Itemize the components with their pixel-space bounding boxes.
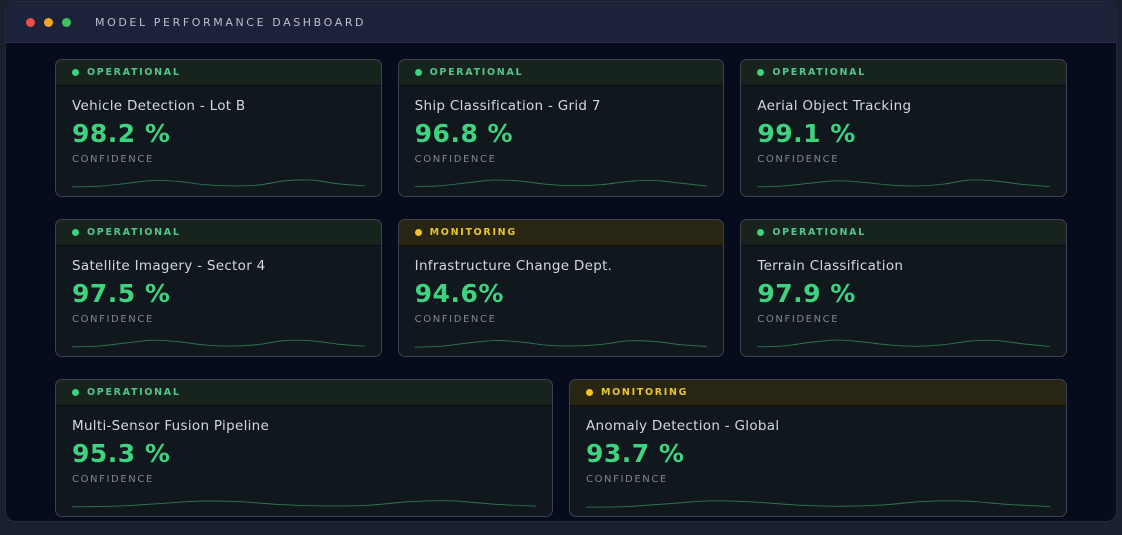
model-title: Multi-Sensor Fusion Pipeline [72,418,270,434]
metric-card: MONITORING Infrastructure Change Dept. 9… [397,219,725,357]
model-title: Satellite Imagery - Sector 4 [72,258,266,274]
card-status-header: OPERATIONAL [741,220,1066,246]
sparkline-chart [414,340,708,348]
metric-card: OPERATIONAL Ship Classification - Grid 7… [397,59,725,197]
metric-label: CONFIDENCE [757,314,840,325]
app-window: MODEL PERFORMANCE DASHBOARD OPERATIONAL … [5,1,1117,522]
sparkline-chart [72,500,536,508]
close-button-icon[interactable] [26,17,35,27]
model-title: Anomaly Detection - Global [585,418,780,434]
status-badge: OPERATIONAL [87,387,181,398]
sparkline-chart [585,500,1050,508]
metric-label: CONFIDENCE [72,154,154,165]
status-dot-icon [757,69,765,76]
status-dot-icon [72,389,79,396]
card-status-header: MONITORING [398,220,724,246]
card-status-header: MONITORING [569,380,1066,406]
title-bar: MODEL PERFORMANCE DASHBOARD [6,2,1116,43]
card-body: Ship Classification - Grid 7 96.8 % CONF… [399,86,724,196]
card-status-header: OPERATIONAL [398,60,724,86]
minimize-button-icon[interactable] [44,17,53,27]
sparkline-chart [72,339,365,348]
metric-label: CONFIDENCE [757,154,840,165]
confidence-value: 93.7 % [585,439,685,468]
card-status-header: OPERATIONAL [741,60,1066,86]
metric-card: OPERATIONAL Aerial Object Tracking 99.1 … [740,59,1067,197]
confidence-value: 97.9 % [757,279,856,308]
confidence-value: 99.1 % [757,119,856,148]
model-title: Aerial Object Tracking [757,98,912,114]
model-title: Infrastructure Change Dept. [414,258,613,274]
card-status-header: OPERATIONAL [55,60,381,86]
metric-label: CONFIDENCE [414,154,497,165]
model-title: Ship Classification - Grid 7 [414,98,601,114]
sparkline-chart [414,179,708,187]
metric-card: OPERATIONAL Terrain Classification 97.9 … [740,219,1067,357]
sparkline-chart [757,339,1050,348]
confidence-value: 96.8 % [414,119,514,148]
status-badge: OPERATIONAL [772,227,866,238]
sparkline-chart [757,179,1050,188]
status-badge: OPERATIONAL [87,67,181,78]
card-status-header: OPERATIONAL [55,220,381,246]
metric-card: MONITORING Anomaly Detection - Global 93… [568,379,1067,517]
metric-label: CONFIDENCE [585,474,668,485]
page-title: MODEL PERFORMANCE DASHBOARD [95,15,367,29]
metric-label: CONFIDENCE [414,314,497,325]
metric-card: OPERATIONAL Satellite Imagery - Sector 4… [55,219,382,357]
confidence-value: 97.5 % [72,279,171,308]
metric-card: OPERATIONAL Multi-Sensor Fusion Pipeline… [55,379,553,517]
status-badge: MONITORING [429,227,517,238]
card-body: Infrastructure Change Dept. 94.6% CONFID… [399,246,724,356]
model-title: Vehicle Detection - Lot B [72,98,246,114]
confidence-value: 94.6% [414,279,504,308]
card-body: Vehicle Detection - Lot B 98.2 % CONFIDE… [56,86,381,196]
status-badge: OPERATIONAL [87,227,181,238]
status-dot-icon [414,229,422,236]
card-body: Anomaly Detection - Global 93.7 % CONFID… [570,406,1066,516]
card-body: Aerial Object Tracking 99.1 % CONFIDENCE [741,86,1066,196]
status-badge: OPERATIONAL [429,67,524,78]
cards-grid: OPERATIONAL Vehicle Detection - Lot B 98… [6,43,1116,517]
status-dot-icon [757,229,765,236]
status-dot-icon [585,389,593,396]
metric-card: OPERATIONAL Vehicle Detection - Lot B 98… [55,59,382,197]
card-body: Terrain Classification 97.9 % CONFIDENCE [741,246,1066,356]
status-dot-icon [72,69,79,76]
status-badge: MONITORING [600,387,689,398]
zoom-button-icon[interactable] [62,17,71,27]
metric-label: CONFIDENCE [72,314,154,325]
card-body: Multi-Sensor Fusion Pipeline 95.3 % CONF… [56,406,552,516]
card-body: Satellite Imagery - Sector 4 97.5 % CONF… [56,246,381,356]
confidence-value: 95.3 % [72,439,171,468]
status-dot-icon [414,69,422,76]
status-badge: OPERATIONAL [772,67,866,78]
metric-label: CONFIDENCE [72,474,154,485]
model-title: Terrain Classification [757,258,904,274]
sparkline-chart [72,179,365,188]
confidence-value: 98.2 % [72,119,171,148]
window-controls [26,17,71,27]
card-status-header: OPERATIONAL [55,380,552,406]
status-dot-icon [72,229,79,236]
